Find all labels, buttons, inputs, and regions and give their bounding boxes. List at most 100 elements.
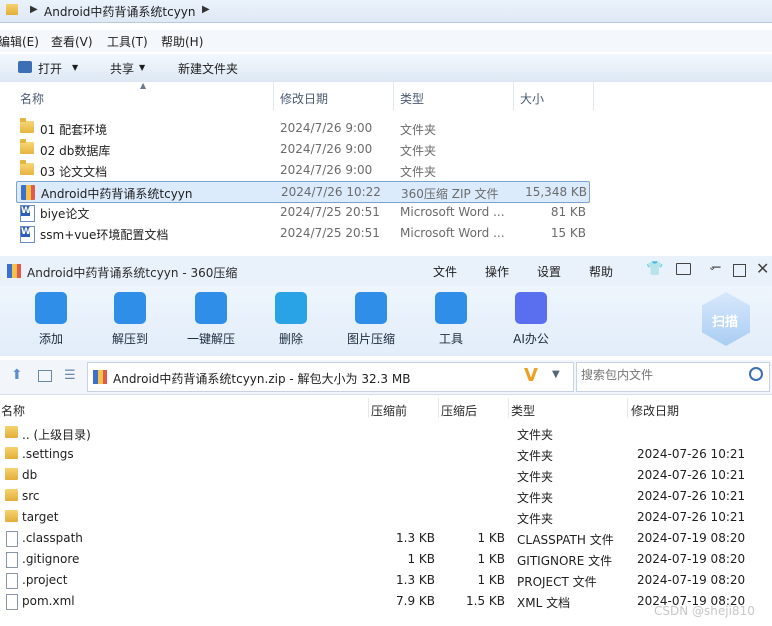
- up-arrow-icon[interactable]: ⬆: [11, 367, 23, 383]
- new-folder-button[interactable]: 新建文件夹: [178, 60, 238, 77]
- file-row[interactable]: 01 配套环境 2024/7/26 9:00 文件夹: [16, 118, 588, 138]
- menu-tools[interactable]: 工具(T): [107, 33, 148, 50]
- watermark: CSDN @sheji810: [654, 604, 755, 618]
- archive-row[interactable]: .project 1.3 KB 1 KB PROJECT 文件 2024-07-19 0…: [0, 569, 772, 590]
- ai-office-button[interactable]: AI办公: [501, 292, 561, 347]
- search-icon[interactable]: [749, 367, 763, 381]
- xml-file-icon: [6, 594, 18, 610]
- folder-icon: [20, 139, 34, 154]
- column-date[interactable]: 修改日期: [280, 90, 328, 107]
- chevron-right-icon[interactable]: ▶: [30, 4, 38, 15]
- file-type: 文件夹: [400, 165, 437, 179]
- delete-button[interactable]: 删除: [261, 292, 321, 347]
- file-row[interactable]: 02 db数据库 2024/7/26 9:00 文件夹: [16, 139, 588, 159]
- zip-column-header: 名称 压缩前 压缩后 类型 修改日期: [0, 398, 772, 418]
- open-button[interactable]: 打开: [38, 60, 62, 77]
- entry-name: .. (上级目录): [22, 428, 91, 442]
- share-button[interactable]: 共享: [110, 60, 134, 77]
- file-row[interactable]: 03 论文文档 2024/7/26 9:00 文件夹: [16, 160, 588, 180]
- menu-help[interactable]: 帮助: [589, 263, 613, 280]
- entry-name: .classpath: [22, 531, 83, 545]
- list-view-icon[interactable]: ☰: [64, 368, 76, 383]
- open-icon: [18, 61, 32, 73]
- minimize-icon[interactable]: ─: [712, 260, 720, 276]
- entry-type: 文件夹: [517, 512, 554, 526]
- column-type[interactable]: 类型: [511, 402, 535, 419]
- file-icon: [6, 531, 18, 547]
- column-before[interactable]: 压缩前: [371, 402, 407, 419]
- entry-type: GITIGNORE 文件: [517, 554, 613, 568]
- chevron-down-icon[interactable]: ▼: [139, 63, 145, 72]
- archive-row[interactable]: .gitignore 1 KB 1 KB GITIGNORE 文件 2024-07-19…: [0, 548, 772, 569]
- menu-operation[interactable]: 操作: [485, 263, 509, 280]
- entry-after: 1 KB: [477, 573, 505, 587]
- folder-icon: [5, 426, 18, 438]
- menu-help[interactable]: 帮助(H): [161, 33, 203, 50]
- explorer-file-list: 名称 ▲ 修改日期 类型 大小 01 配套环境 2024/7/26 9:00 文件夹…: [0, 81, 772, 252]
- skin-icon[interactable]: 👕: [646, 261, 663, 277]
- close-icon[interactable]: ✕: [756, 259, 769, 278]
- toolbar-label: 工具: [438, 332, 463, 346]
- extract-to-button[interactable]: 解压到: [100, 292, 160, 347]
- thumbnail-view-icon[interactable]: [38, 370, 52, 382]
- v-logo-icon[interactable]: V: [524, 365, 538, 386]
- folder-icon: [5, 510, 18, 522]
- scan-button[interactable]: 扫描: [702, 292, 750, 346]
- entry-date: 2024-07-19 08:20: [637, 573, 746, 587]
- menu-settings[interactable]: 设置: [537, 263, 561, 280]
- file-row[interactable]: Android中药背诵系统tcyyn 2024/7/26 10:22 360压缩 Z…: [16, 181, 590, 203]
- tools-button[interactable]: 工具: [421, 292, 481, 347]
- quick-extract-button[interactable]: 一键解压: [181, 292, 241, 347]
- file-name: 02 db数据库: [40, 144, 111, 158]
- file-name: biye论文: [40, 207, 90, 221]
- entry-name: src: [22, 489, 40, 503]
- file-row[interactable]: biye论文 2024/7/25 20:51 Microsoft Word ... 8…: [16, 202, 588, 222]
- search-box[interactable]: [576, 362, 770, 392]
- entry-name: db: [22, 468, 38, 482]
- column-name[interactable]: 名称: [1, 402, 25, 419]
- image-compress-icon: [355, 292, 387, 324]
- column-date[interactable]: 修改日期: [631, 402, 679, 419]
- archive-row[interactable]: .. (上级目录) 文件夹: [0, 422, 772, 443]
- search-input[interactable]: [579, 367, 743, 383]
- feedback-icon[interactable]: [676, 263, 691, 275]
- zip-file-list: 名称 压缩前 压缩后 类型 修改日期 .. (上级目录) 文件夹 .settings…: [0, 398, 772, 626]
- maximize-icon[interactable]: [733, 264, 746, 277]
- column-size[interactable]: 大小: [520, 90, 544, 107]
- breadcrumb[interactable]: Android中药背诵系统tcyyn: [44, 3, 196, 20]
- entry-type: PROJECT 文件: [517, 575, 597, 589]
- toolbar-label: 添加: [38, 332, 63, 346]
- archive-row[interactable]: db 文件夹 2024-07-26 10:21: [0, 464, 772, 485]
- image-compress-button[interactable]: 图片压缩: [341, 292, 401, 347]
- entry-date: 2024-07-26 10:21: [637, 489, 746, 503]
- column-name[interactable]: 名称: [20, 90, 44, 107]
- archive-row[interactable]: .classpath 1.3 KB 1 KB CLASSPATH 文件 2024-07-…: [0, 527, 772, 548]
- entry-name: .project: [22, 573, 68, 587]
- menu-edit[interactable]: 编辑(E): [0, 33, 39, 50]
- column-after[interactable]: 压缩后: [441, 402, 477, 419]
- entry-date: 2024-07-26 10:21: [637, 510, 746, 524]
- chevron-right-icon[interactable]: ▶: [202, 4, 210, 15]
- file-row[interactable]: ssm+vue环境配置文档 2024/7/25 20:51 Microsoft Wo…: [16, 223, 588, 243]
- chevron-down-icon[interactable]: ▼: [552, 369, 560, 380]
- column-type[interactable]: 类型: [400, 90, 424, 107]
- file-type: 360压缩 ZIP 文件: [401, 187, 499, 201]
- archive-row[interactable]: src 文件夹 2024-07-26 10:21: [0, 485, 772, 506]
- entry-date: 2024-07-19 08:20: [637, 531, 746, 545]
- menu-file[interactable]: 文件: [433, 263, 457, 280]
- chevron-down-icon[interactable]: ▼: [72, 63, 78, 72]
- entry-after: 1 KB: [477, 552, 505, 566]
- entry-name: target: [22, 510, 59, 524]
- entry-before: 7.9 KB: [396, 594, 435, 608]
- folder-icon: [5, 489, 18, 501]
- path-field[interactable]: Android中药背诵系统tcyyn.zip - 解包大小为 32.3 MB V…: [87, 362, 574, 392]
- archive-row[interactable]: .settings 文件夹 2024-07-26 10:21: [0, 443, 772, 464]
- folder-icon: [5, 447, 18, 459]
- entry-type: 文件夹: [517, 491, 554, 505]
- menu-view[interactable]: 查看(V): [51, 33, 93, 50]
- entry-before: 1.3 KB: [396, 531, 435, 545]
- delete-icon: [275, 292, 307, 324]
- explorer-address-bar[interactable]: ▶ Android中药背诵系统tcyyn ▶: [0, 0, 772, 23]
- add-button[interactable]: 添加: [21, 292, 81, 347]
- archive-row[interactable]: target 文件夹 2024-07-26 10:21: [0, 506, 772, 527]
